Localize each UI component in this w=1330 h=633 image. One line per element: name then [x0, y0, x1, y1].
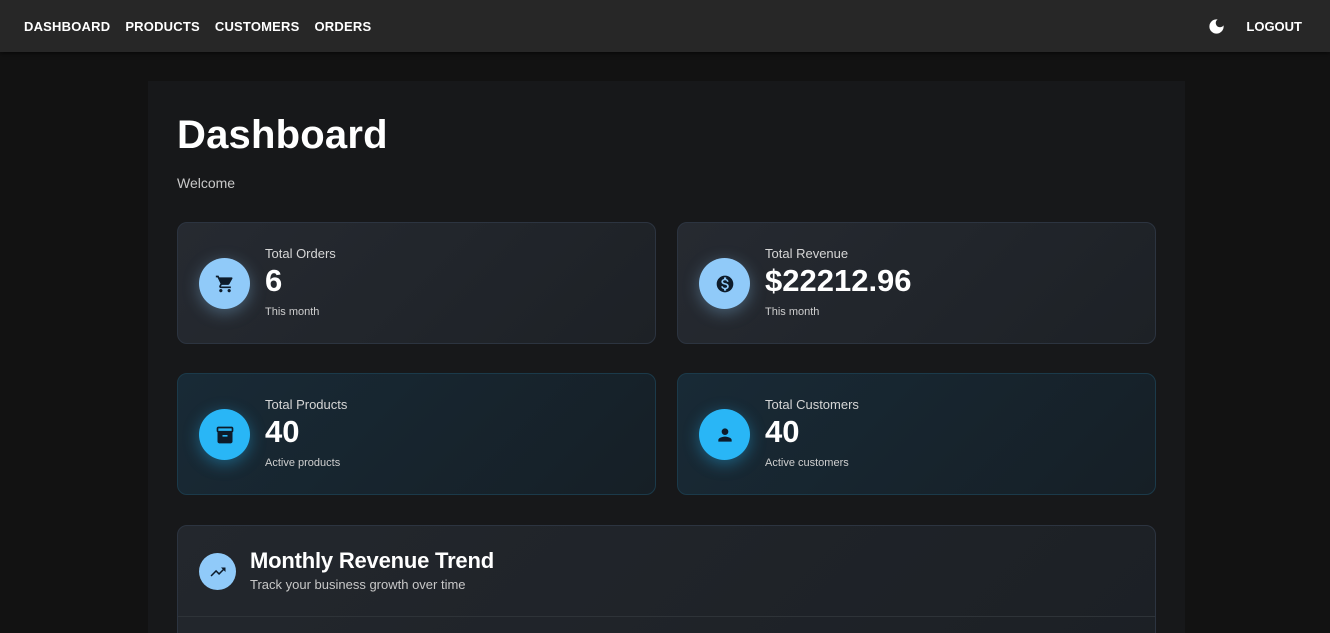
stat-value: 40	[265, 414, 300, 449]
stat-value: 40	[765, 414, 800, 449]
stat-caption: Active products	[265, 457, 341, 469]
app-bar-actions: LOGOUT	[1206, 16, 1306, 36]
stat-label: Total Products	[265, 397, 348, 412]
stat-caption: Active customers	[765, 457, 849, 469]
revenue-trend-card: Monthly Revenue Trend Track your busines…	[177, 525, 1156, 633]
dashboard-container: Dashboard Welcome Total Orders 6 This mo…	[148, 81, 1185, 633]
stat-label: Total Orders	[265, 246, 336, 261]
stat-value: 6	[265, 263, 283, 298]
cart-icon	[199, 258, 250, 309]
main-nav: DASHBOARD PRODUCTS CUSTOMERS ORDERS	[24, 19, 386, 34]
stat-card-orders: Total Orders 6 This month	[177, 222, 656, 344]
stat-caption: This month	[265, 306, 320, 318]
nav-orders[interactable]: ORDERS	[315, 19, 372, 34]
stat-value: $22212.96	[765, 263, 912, 298]
nav-dashboard[interactable]: DASHBOARD	[24, 19, 110, 34]
revenue-trend-title: Monthly Revenue Trend	[250, 548, 494, 573]
stat-label: Total Customers	[765, 397, 859, 412]
stat-caption: This month	[765, 306, 820, 318]
logout-button[interactable]: LOGOUT	[1242, 19, 1306, 34]
stat-card-customers: Total Customers 40 Active customers	[677, 373, 1156, 495]
moon-icon[interactable]	[1206, 16, 1226, 36]
trending-up-icon	[199, 553, 236, 590]
person-icon	[699, 409, 750, 460]
welcome-text: Welcome	[177, 175, 236, 191]
app-bar: DASHBOARD PRODUCTS CUSTOMERS ORDERS LOGO…	[0, 0, 1330, 52]
page-title: Dashboard	[177, 113, 388, 157]
dollar-icon	[699, 258, 750, 309]
stat-card-products: Total Products 40 Active products	[177, 373, 656, 495]
nav-customers[interactable]: CUSTOMERS	[215, 19, 300, 34]
stat-label: Total Revenue	[765, 246, 849, 261]
nav-products[interactable]: PRODUCTS	[125, 19, 200, 34]
archive-icon	[199, 409, 250, 460]
revenue-trend-header: Monthly Revenue Trend Track your busines…	[178, 526, 1155, 617]
stat-card-revenue: Total Revenue $22212.96 This month	[677, 222, 1156, 344]
revenue-trend-subtitle: Track your business growth over time	[250, 577, 466, 592]
